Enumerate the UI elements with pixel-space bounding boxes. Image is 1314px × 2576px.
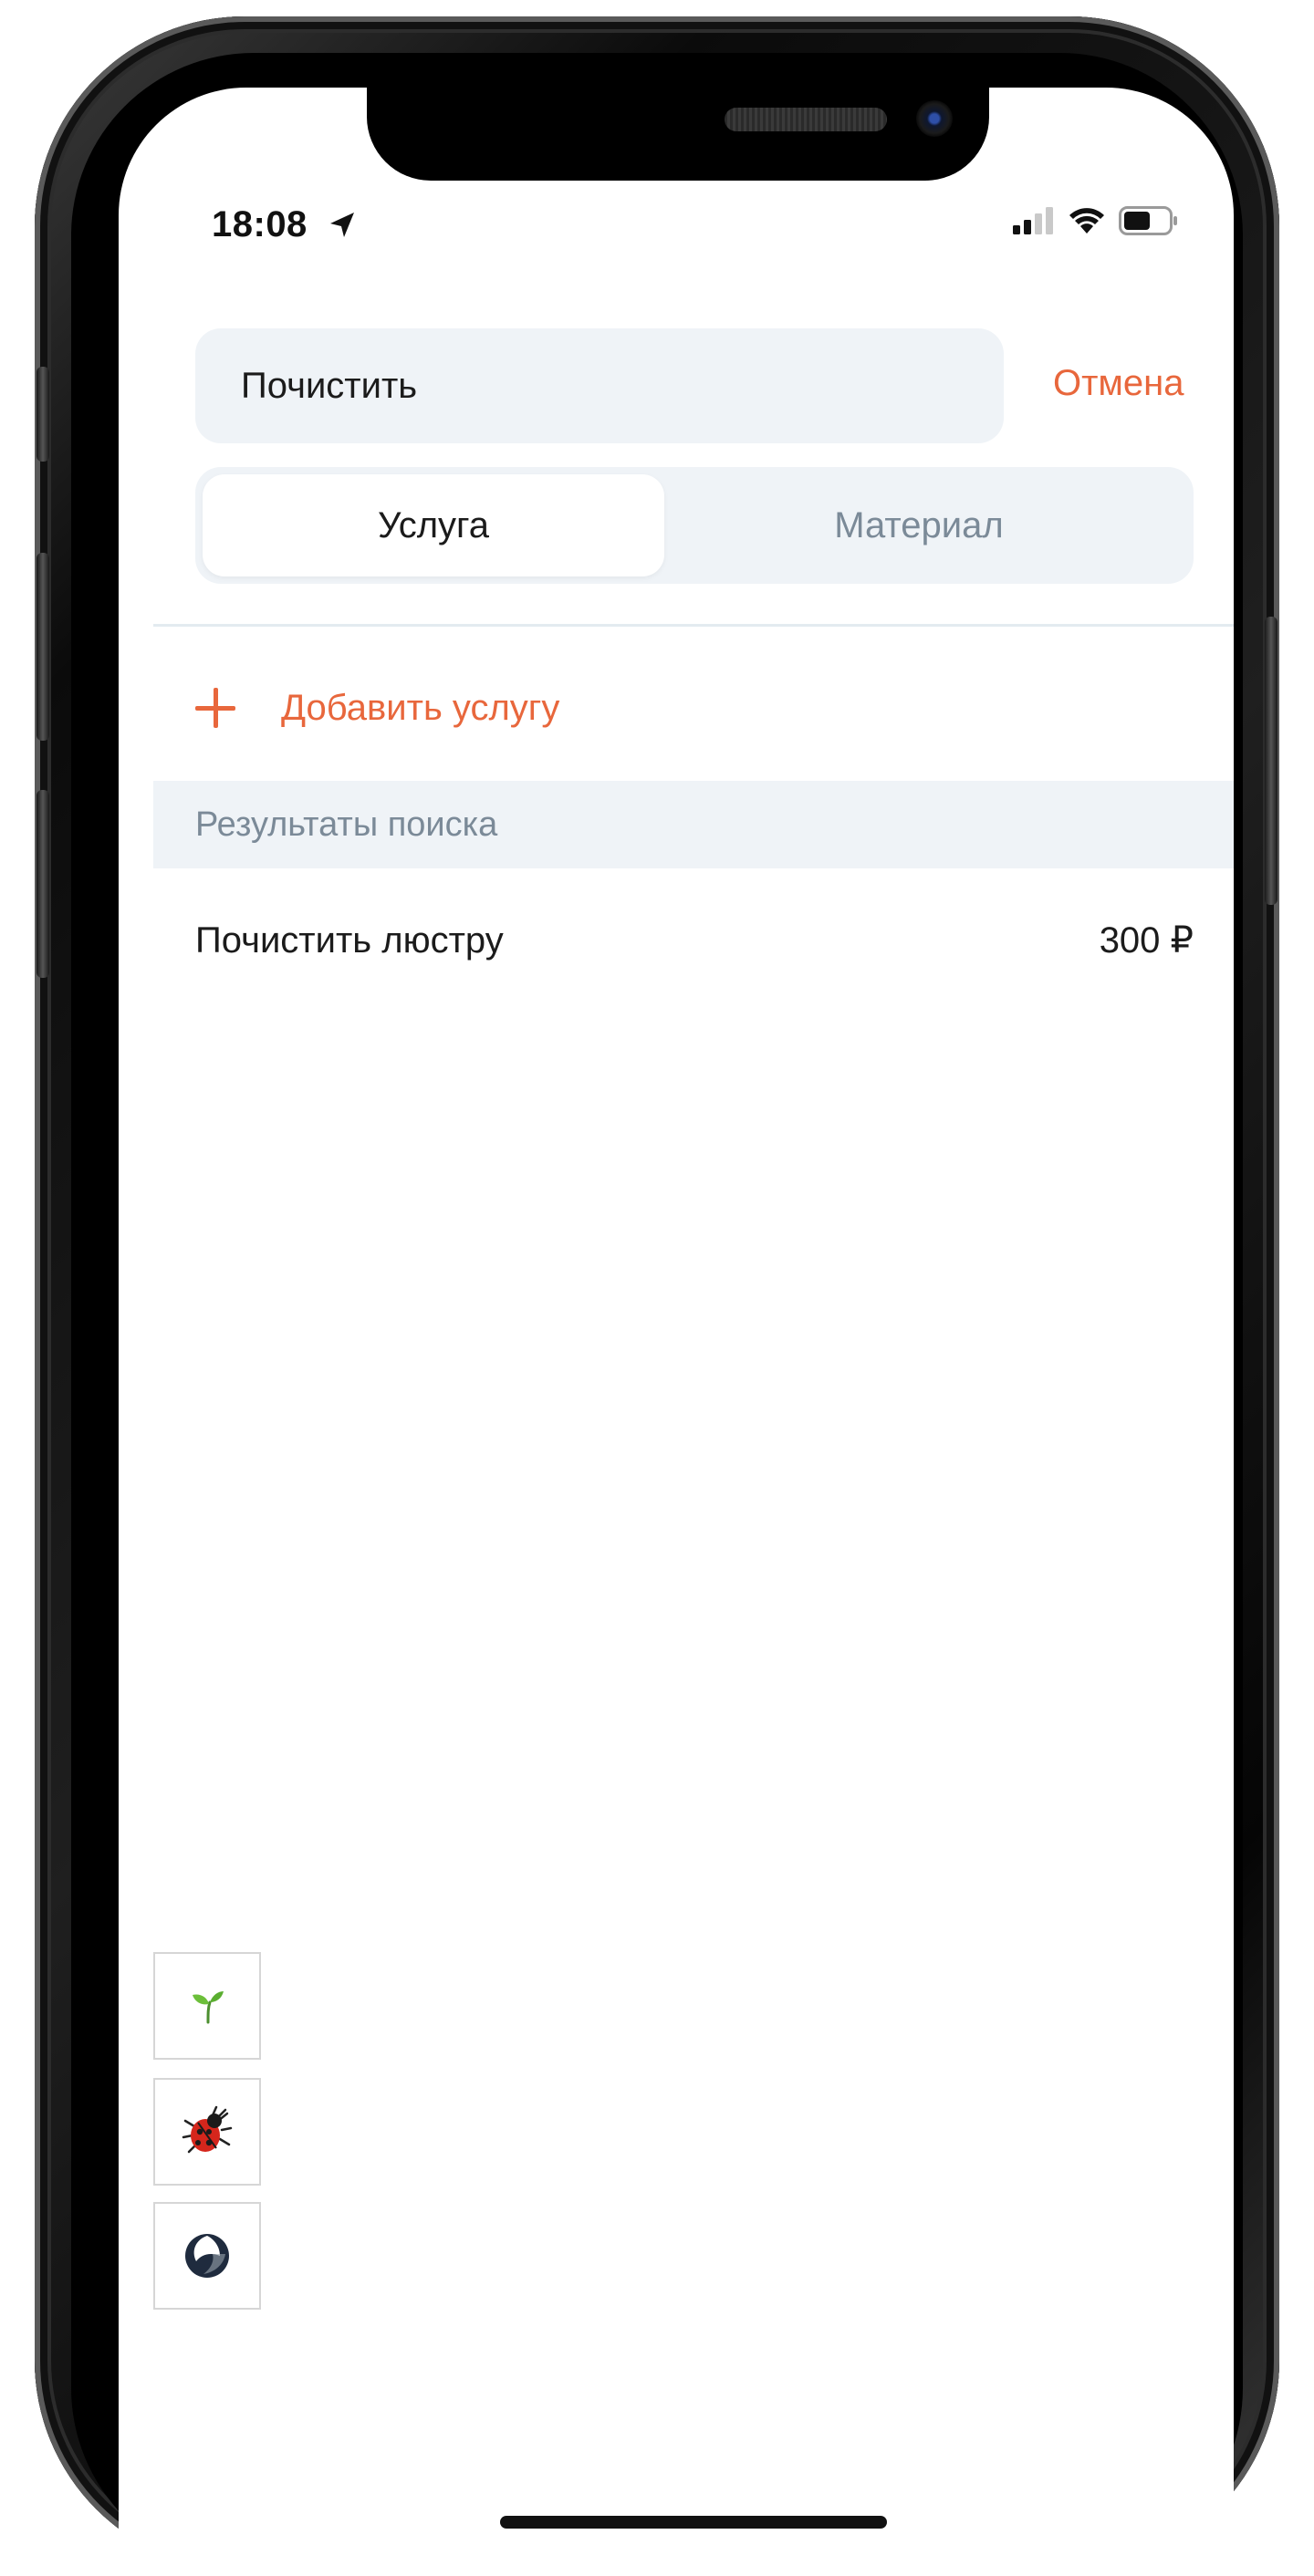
search-results-header: Результаты поиска: [153, 781, 1234, 868]
status-icons: [1013, 206, 1179, 235]
location-arrow-icon: [330, 213, 354, 237]
result-name: Почистить люстру: [195, 919, 504, 961]
power-button: [1265, 617, 1278, 905]
add-service-label: Добавить услугу: [281, 687, 560, 728]
app-screen: 18:08 Отмена Услуга Материал: [119, 88, 1234, 2576]
cancel-button[interactable]: Отмена: [1053, 363, 1184, 404]
cellular-signal-icon: [1013, 207, 1053, 234]
ladybug-icon: [182, 2105, 233, 2154]
front-camera: [916, 100, 953, 137]
tab-service[interactable]: Услуга: [203, 474, 664, 576]
tab-material[interactable]: Материал: [688, 474, 1150, 576]
result-price: 300 ₽: [1099, 920, 1194, 961]
sprout-tool-button[interactable]: [153, 1952, 261, 2060]
sprout-icon: [193, 1991, 224, 2024]
home-indicator[interactable]: [500, 2516, 887, 2529]
add-service-button[interactable]: Добавить услугу: [195, 671, 559, 744]
notch: [367, 88, 989, 181]
volume-up-button: [36, 553, 49, 741]
battery-icon: [1119, 206, 1177, 235]
search-field[interactable]: [195, 328, 1004, 443]
plus-icon: [195, 688, 235, 728]
volume-down-button: [36, 790, 49, 978]
status-time: 18:08: [212, 204, 308, 244]
search-input[interactable]: [241, 365, 1004, 407]
speaker-grille: [725, 108, 887, 131]
type-segmented-control: Услуга Материал: [195, 467, 1194, 584]
spinner-icon: [185, 2234, 229, 2278]
mute-switch: [36, 367, 49, 462]
spinner-tool-button[interactable]: [153, 2202, 261, 2310]
wifi-icon: [1069, 208, 1104, 234]
list-item[interactable]: Почистить люстру 300 ₽: [195, 890, 1194, 991]
divider: [153, 624, 1234, 627]
ladybug-tool-button[interactable]: [153, 2078, 261, 2186]
